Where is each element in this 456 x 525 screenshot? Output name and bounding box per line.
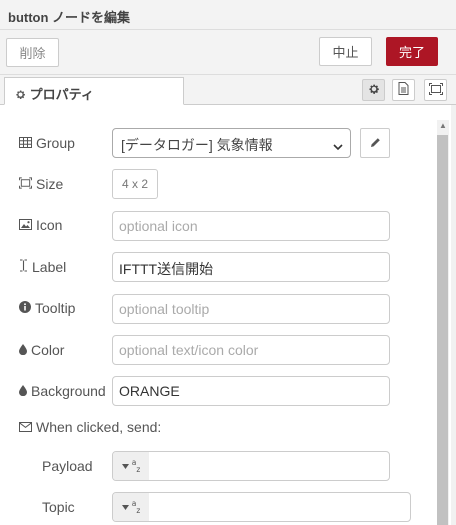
text-cursor-icon	[19, 259, 28, 275]
payload-typed-input[interactable]: az	[112, 451, 390, 481]
label-input[interactable]: IFTTT送信開始	[112, 252, 390, 282]
tab-appearance[interactable]	[424, 79, 447, 101]
image-icon	[19, 217, 32, 233]
node-appearance-icon	[428, 82, 443, 98]
color-row-label: Color	[19, 340, 64, 360]
color-label: Color	[31, 342, 65, 358]
background-label: Background	[31, 383, 106, 399]
when-clicked-row-label: When clicked, send:	[19, 417, 161, 437]
cancel-button[interactable]: 中止	[319, 37, 372, 66]
tooltip-input-placeholder: optional tooltip	[119, 301, 210, 317]
caret-down-icon	[121, 461, 129, 472]
topic-label: Topic	[42, 499, 75, 515]
label-row-label: Label	[19, 257, 66, 277]
tab-settings[interactable]	[362, 79, 385, 101]
when-clicked-label: When clicked, send:	[36, 419, 162, 435]
scroll-up-arrow-icon[interactable]: ▲	[438, 120, 448, 132]
done-button[interactable]: 完了	[386, 37, 438, 66]
icon-row-label: Icon	[19, 215, 62, 235]
size-row-label: Size	[19, 174, 63, 194]
tab-description[interactable]	[392, 79, 415, 101]
background-input-value: ORANGE	[119, 383, 180, 399]
icon-input-placeholder: optional icon	[119, 218, 198, 234]
table-icon	[19, 135, 32, 151]
tab-properties-label: プロパティ	[29, 87, 94, 102]
color-input-placeholder: optional text/icon color	[119, 342, 259, 358]
tooltip-input[interactable]: optional tooltip	[112, 294, 390, 324]
size-icon	[19, 176, 32, 192]
label-input-value: IFTTT送信開始	[119, 261, 214, 277]
topic-typed-input[interactable]: az	[112, 492, 411, 522]
tooltip-label: Tooltip	[35, 300, 76, 316]
chevron-down-icon	[333, 138, 343, 154]
tint-drop-icon	[19, 383, 27, 399]
tint-drop-icon	[19, 342, 27, 358]
tray-header: button ノードを編集	[0, 0, 456, 30]
icon-input[interactable]: optional icon	[112, 211, 390, 241]
size-button[interactable]: 4 x 2	[112, 169, 158, 199]
color-input[interactable]: optional text/icon color	[112, 335, 390, 365]
icon-label: Icon	[36, 217, 63, 233]
delete-button[interactable]: 削除	[6, 38, 59, 67]
scrollbar-thumb[interactable]	[437, 135, 448, 525]
gear-icon	[368, 82, 380, 98]
payload-label: Payload	[42, 458, 93, 474]
background-input[interactable]: ORANGE	[112, 376, 390, 406]
label-label: Label	[32, 259, 67, 275]
string-type-icon: az	[131, 458, 141, 474]
file-icon	[398, 82, 409, 98]
string-type-icon: az	[131, 499, 141, 515]
gear-icon	[15, 87, 30, 102]
payload-type-selector[interactable]: az	[113, 452, 149, 480]
window-edge	[451, 105, 456, 525]
topic-type-selector[interactable]: az	[113, 493, 149, 521]
background-row-label: Background	[19, 381, 106, 401]
group-select-value: [データロガー] 気象情報	[121, 137, 273, 153]
tray-toolbar: 削除 中止 完了	[0, 30, 456, 75]
envelope-icon	[19, 419, 32, 435]
tooltip-row-label: Tooltip	[19, 298, 75, 318]
edit-group-button[interactable]	[360, 128, 390, 158]
tab-properties[interactable]: プロパティ	[4, 77, 184, 105]
info-circle-icon	[19, 300, 31, 316]
group-row-label: Group	[19, 133, 75, 153]
tray-title: button ノードを編集	[8, 10, 131, 25]
caret-down-icon	[121, 502, 129, 513]
group-select[interactable]: [データロガー] 気象情報	[112, 128, 351, 158]
pencil-icon	[370, 135, 381, 151]
size-label: Size	[36, 176, 64, 192]
group-label: Group	[36, 135, 75, 151]
